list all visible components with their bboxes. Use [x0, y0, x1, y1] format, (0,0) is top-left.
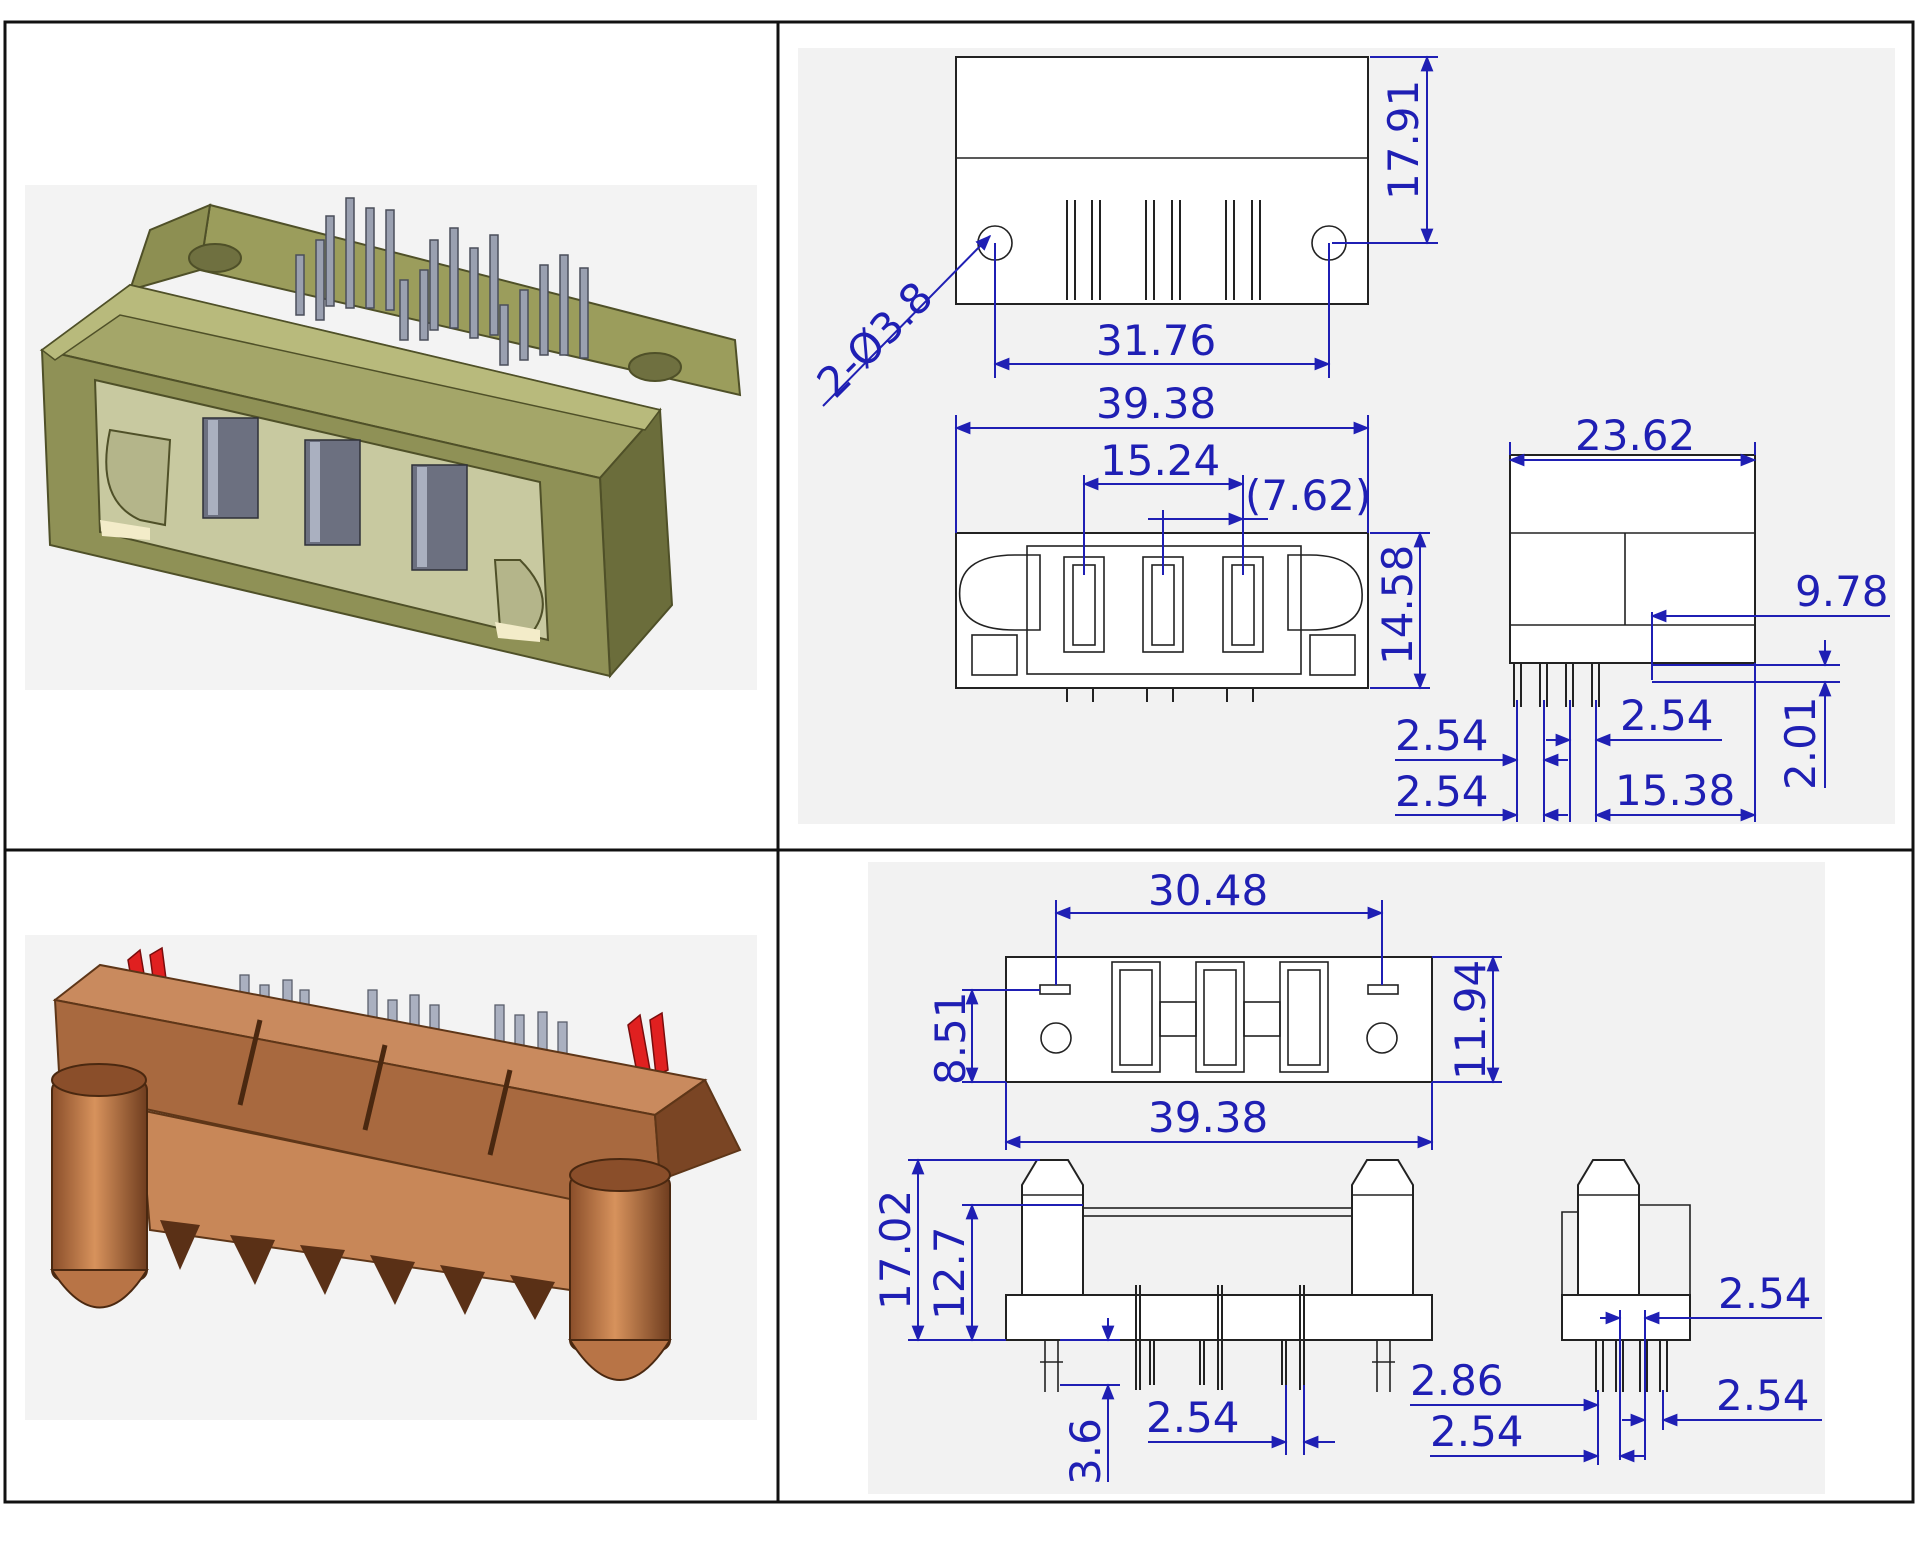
dim-14-58: 14.58	[1373, 545, 1422, 665]
dim-2-54-front: 2.54	[1146, 1393, 1240, 1442]
bottom-top-view-outline	[1005, 956, 1433, 1083]
dim-17-91: 17.91	[1379, 80, 1428, 200]
dim-7-62: (7.62)	[1245, 471, 1371, 520]
dim-12-7: 12.7	[925, 1226, 974, 1320]
top-view-outline	[955, 56, 1369, 305]
drawing-bottom-right: 30.48 8.51 11.94 39.38 17.02 12.7 3.6 2.…	[868, 862, 1825, 1494]
connector-3d-green-icon	[25, 185, 757, 690]
dim-15-38: 15.38	[1615, 766, 1735, 815]
dim-2-54-right: 2.54	[1620, 691, 1714, 740]
dim-39-38-b: 39.38	[1148, 1093, 1268, 1142]
connector-3d-copper-icon	[25, 935, 757, 1420]
drawing-top-right: 17.91 2-Ø3.8 31.76 39.38 15.24 (7.62) 14…	[798, 48, 1895, 824]
dim-17-02: 17.02	[871, 1190, 920, 1310]
dim-30-48: 30.48	[1148, 866, 1268, 915]
dim-23-62: 23.62	[1575, 411, 1695, 460]
dim-31-76: 31.76	[1096, 316, 1216, 365]
dim-11-94: 11.94	[1446, 960, 1495, 1080]
dim-2-54-left-lower: 2.54	[1395, 767, 1489, 816]
drawing-sheet: 17.91 2-Ø3.8 31.76 39.38 15.24 (7.62) 14…	[3, 20, 1915, 1504]
dim-2-01: 2.01	[1776, 696, 1825, 790]
dim-9-78: 9.78	[1795, 567, 1889, 616]
dim-2-54-side-mid: 2.54	[1716, 1371, 1810, 1420]
dim-2-54-side-lower: 2.54	[1430, 1407, 1524, 1456]
dim-39-38: 39.38	[1096, 379, 1216, 428]
dim-2-54-left-upper: 2.54	[1395, 711, 1489, 760]
dim-3-6: 3.6	[1061, 1418, 1110, 1485]
dim-15-24: 15.24	[1100, 436, 1220, 485]
dim-8-51: 8.51	[926, 991, 975, 1085]
dim-2-54-side-upper: 2.54	[1718, 1269, 1812, 1318]
dim-2-86: 2.86	[1410, 1356, 1504, 1405]
